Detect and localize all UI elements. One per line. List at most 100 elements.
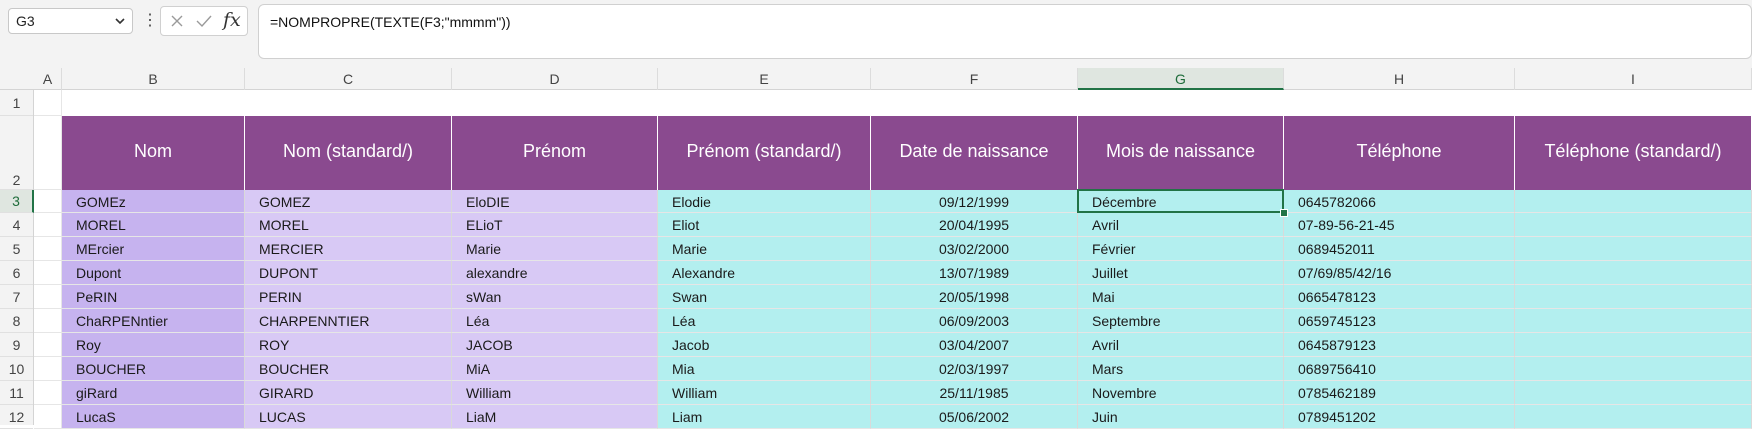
chevron-down-icon[interactable] <box>114 15 126 27</box>
cell-i12[interactable] <box>1515 405 1752 429</box>
column-header-f[interactable]: F <box>871 68 1078 90</box>
cell-f4[interactable]: 20/04/1995 <box>871 213 1078 237</box>
cell-f1[interactable] <box>871 90 1078 116</box>
cell-b12[interactable]: LucaS <box>62 405 245 429</box>
row-header-1[interactable]: 1 <box>0 90 33 116</box>
fill-handle[interactable] <box>1280 209 1288 217</box>
cell-a9[interactable] <box>34 333 62 357</box>
cell-g8[interactable]: Septembre <box>1078 309 1284 333</box>
cell-b1[interactable] <box>62 90 245 116</box>
row-header-12[interactable]: 12 <box>0 405 33 429</box>
cell-b3[interactable]: GOMEz <box>62 190 245 213</box>
cell-a11[interactable] <box>34 381 62 405</box>
cell-h10[interactable]: 0689756410 <box>1284 357 1515 381</box>
row-header-3[interactable]: 3 <box>0 190 34 213</box>
cell-b7[interactable]: PeRIN <box>62 285 245 309</box>
cell-a8[interactable] <box>34 309 62 333</box>
cell-g5[interactable]: Février <box>1078 237 1284 261</box>
cell-c11[interactable]: GIRARD <box>245 381 452 405</box>
cell-d8[interactable]: Léa <box>452 309 658 333</box>
name-box[interactable]: G3 <box>8 8 133 34</box>
cell-d11[interactable]: William <box>452 381 658 405</box>
row-header-10[interactable]: 10 <box>0 357 33 381</box>
cell-d3[interactable]: EloDIE <box>452 190 658 213</box>
cancel-icon[interactable] <box>169 13 185 29</box>
cell-e6[interactable]: Alexandre <box>658 261 871 285</box>
cell-e10[interactable]: Mia <box>658 357 871 381</box>
table-header-cell[interactable]: Nom (standard/) <box>245 116 452 190</box>
cell-e3[interactable]: Elodie <box>658 190 871 213</box>
row-header-8[interactable]: 8 <box>0 309 33 333</box>
row-header-9[interactable]: 9 <box>0 333 33 357</box>
cell-f7[interactable]: 20/05/1998 <box>871 285 1078 309</box>
cell-h3[interactable]: 0645782066 <box>1284 190 1515 213</box>
table-header-cell[interactable]: Date de naissance <box>871 116 1078 190</box>
row-header-4[interactable]: 4 <box>0 213 33 237</box>
table-header-cell[interactable]: Nom <box>62 116 245 190</box>
cell-h11[interactable]: 0785462189 <box>1284 381 1515 405</box>
row-header-2[interactable]: 2 <box>0 116 33 190</box>
cell-a5[interactable] <box>34 237 62 261</box>
cell-b5[interactable]: MErcier <box>62 237 245 261</box>
cell-g3[interactable]: Décembre <box>1078 190 1284 213</box>
cell-c10[interactable]: BOUCHER <box>245 357 452 381</box>
cell-g1[interactable] <box>1078 90 1284 116</box>
cell-i7[interactable] <box>1515 285 1752 309</box>
cell-g4[interactable]: Avril <box>1078 213 1284 237</box>
cell-i3[interactable] <box>1515 190 1752 213</box>
cell-e9[interactable]: Jacob <box>658 333 871 357</box>
table-header-cell[interactable]: Mois de naissance <box>1078 116 1284 190</box>
row-header-6[interactable]: 6 <box>0 261 33 285</box>
cell-e8[interactable]: Léa <box>658 309 871 333</box>
cell-c9[interactable]: ROY <box>245 333 452 357</box>
cell-d5[interactable]: Marie <box>452 237 658 261</box>
cell-h1[interactable] <box>1284 90 1515 116</box>
cell-c8[interactable]: CHARPENNTIER <box>245 309 452 333</box>
cell-e11[interactable]: William <box>658 381 871 405</box>
cell-i11[interactable] <box>1515 381 1752 405</box>
cell-d4[interactable]: ELioT <box>452 213 658 237</box>
cell-a1[interactable] <box>34 90 62 116</box>
cell-c3[interactable]: GOMEZ <box>245 190 452 213</box>
cell-b8[interactable]: ChaRPENntier <box>62 309 245 333</box>
cell-e12[interactable]: Liam <box>658 405 871 429</box>
cell-b6[interactable]: Dupont <box>62 261 245 285</box>
cell-a6[interactable] <box>34 261 62 285</box>
cell-g11[interactable]: Novembre <box>1078 381 1284 405</box>
cell-e1[interactable] <box>658 90 871 116</box>
cell-g7[interactable]: Mai <box>1078 285 1284 309</box>
cell-g9[interactable]: Avril <box>1078 333 1284 357</box>
table-header-cell[interactable]: Prénom <box>452 116 658 190</box>
cell-f3[interactable]: 09/12/1999 <box>871 190 1078 213</box>
row-header-5[interactable]: 5 <box>0 237 33 261</box>
cell-i6[interactable] <box>1515 261 1752 285</box>
cell-d12[interactable]: LiaM <box>452 405 658 429</box>
cell-b10[interactable]: BOUCHER <box>62 357 245 381</box>
cell-h6[interactable]: 07/69/85/42/16 <box>1284 261 1515 285</box>
cell-e7[interactable]: Swan <box>658 285 871 309</box>
formula-input[interactable]: =NOMPROPRE(TEXTE(F3;"mmmm")) <box>258 4 1752 59</box>
cell-i5[interactable] <box>1515 237 1752 261</box>
cell-a10[interactable] <box>34 357 62 381</box>
column-header-b[interactable]: B <box>62 68 245 90</box>
cell-i10[interactable] <box>1515 357 1752 381</box>
cell-h9[interactable]: 0645879123 <box>1284 333 1515 357</box>
cell-c1[interactable] <box>245 90 452 116</box>
cell-a12[interactable] <box>34 405 62 429</box>
cell-e5[interactable]: Marie <box>658 237 871 261</box>
row-header-11[interactable]: 11 <box>0 381 33 405</box>
cell-g12[interactable]: Juin <box>1078 405 1284 429</box>
column-header-d[interactable]: D <box>452 68 658 90</box>
cell-h7[interactable]: 0665478123 <box>1284 285 1515 309</box>
column-header-h[interactable]: H <box>1284 68 1515 90</box>
cell-b9[interactable]: Roy <box>62 333 245 357</box>
cell-a4[interactable] <box>34 213 62 237</box>
cell-a2[interactable] <box>34 116 62 190</box>
cell-f6[interactable]: 13/07/1989 <box>871 261 1078 285</box>
cell-f9[interactable]: 03/04/2007 <box>871 333 1078 357</box>
cell-h4[interactable]: 07-89-56-21-45 <box>1284 213 1515 237</box>
cell-d9[interactable]: JACOB <box>452 333 658 357</box>
cell-g10[interactable]: Mars <box>1078 357 1284 381</box>
cell-b4[interactable]: MOREL <box>62 213 245 237</box>
column-header-a[interactable]: A <box>34 68 62 90</box>
